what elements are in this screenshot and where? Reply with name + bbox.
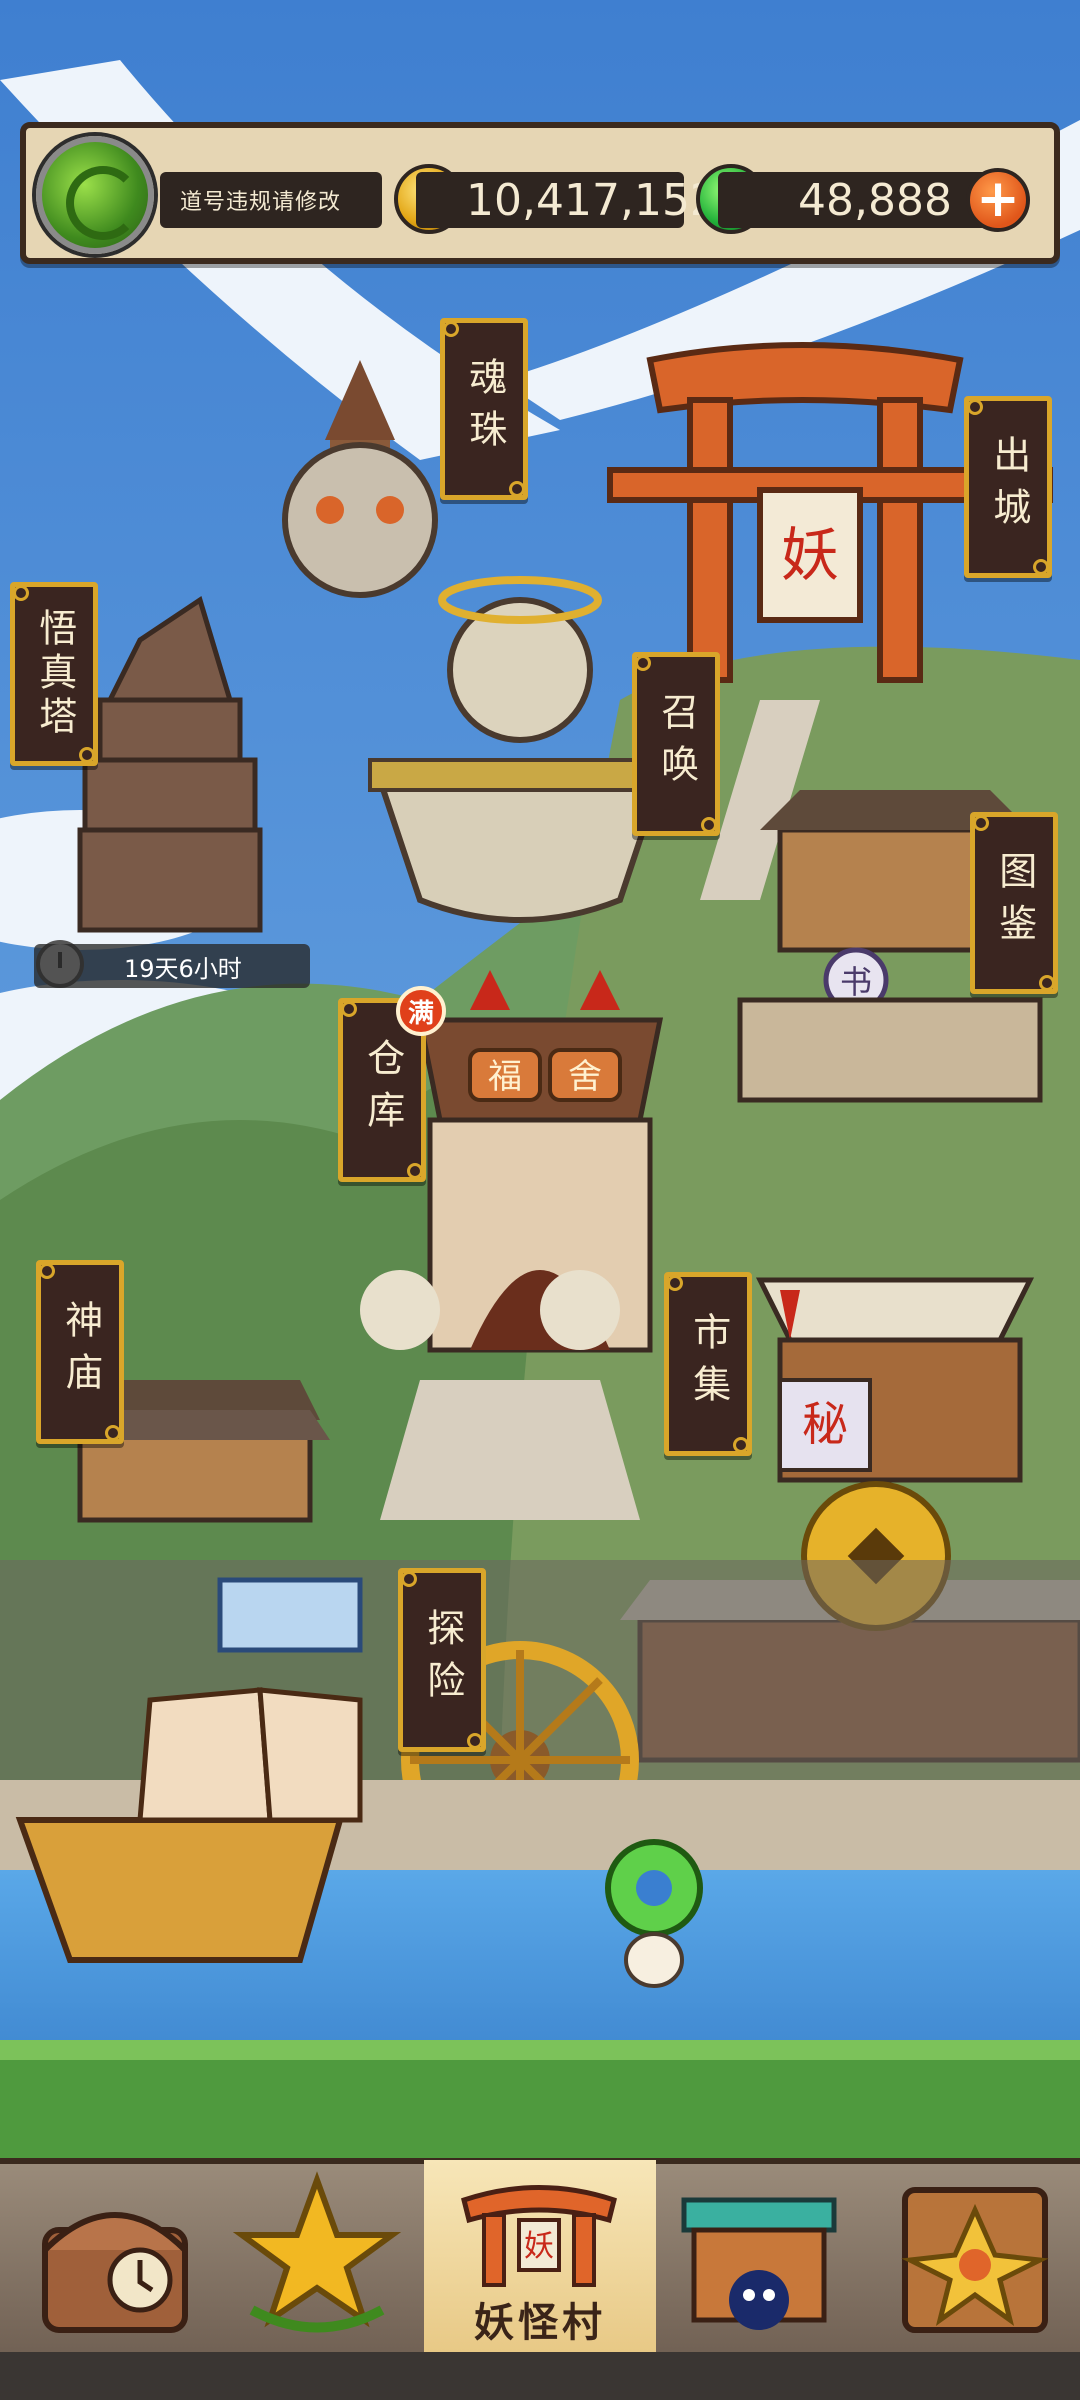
sign-codex-label: 图鉴 <box>992 851 1037 955</box>
sign-soul-orb-label: 魂珠 <box>462 357 507 461</box>
sign-leave-city-label: 出城 <box>986 435 1031 539</box>
player-name-notice[interactable]: 道号违规请修改 <box>160 172 382 228</box>
sign-leave-city[interactable]: 出城 <box>964 396 1052 578</box>
sign-explore[interactable]: 探险 <box>398 1568 486 1752</box>
sign-summon[interactable]: 召唤 <box>632 652 720 836</box>
player-avatar[interactable] <box>36 136 154 254</box>
warehouse-full-badge: 满 <box>396 986 446 1036</box>
sign-wuzhen-tower[interactable]: 悟真塔 <box>10 582 98 766</box>
nav-active-label: 妖怪村 <box>474 2300 606 2346</box>
nav-treasure-chest-icon[interactable] <box>20 2160 210 2350</box>
nav-star-trophy-icon[interactable] <box>222 2160 412 2350</box>
sign-codex[interactable]: 图鉴 <box>970 812 1058 994</box>
add-jade-button[interactable]: + <box>966 168 1030 232</box>
resource-bar: 道号违规请修改 10,417,152 48,888 + <box>20 122 1060 264</box>
sign-market[interactable]: 市集 <box>664 1272 752 1456</box>
svg-text:妖: 妖 <box>524 2229 554 2264</box>
bottom-border <box>0 2352 1080 2400</box>
svg-text:书: 书 <box>840 963 872 1001</box>
gate-glyph: 妖 <box>781 521 839 589</box>
sign-wuzhen-tower-label: 悟真塔 <box>32 608 77 740</box>
gold-coin-count: 10,417,152 <box>416 172 718 228</box>
svg-text:舍: 舍 <box>568 1057 602 1097</box>
sign-temple[interactable]: 神庙 <box>36 1260 124 1444</box>
svg-text:秘: 秘 <box>802 1397 848 1451</box>
nav-spell-book-icon[interactable] <box>880 2160 1070 2350</box>
sign-summon-label: 召唤 <box>654 692 699 796</box>
village-background: 妖 书 福 舍 秘 <box>0 0 1080 2400</box>
sign-soul-orb[interactable]: 魂珠 <box>440 318 528 500</box>
tower-timer: 19天6小时 <box>34 944 310 988</box>
sign-explore-label: 探险 <box>420 1608 465 1712</box>
svg-text:福: 福 <box>488 1057 522 1097</box>
sign-market-label: 市集 <box>686 1312 731 1416</box>
nav-market-stall-icon[interactable] <box>664 2160 854 2350</box>
sign-temple-label: 神庙 <box>58 1300 103 1404</box>
sign-warehouse-label: 仓库 <box>360 1038 405 1142</box>
